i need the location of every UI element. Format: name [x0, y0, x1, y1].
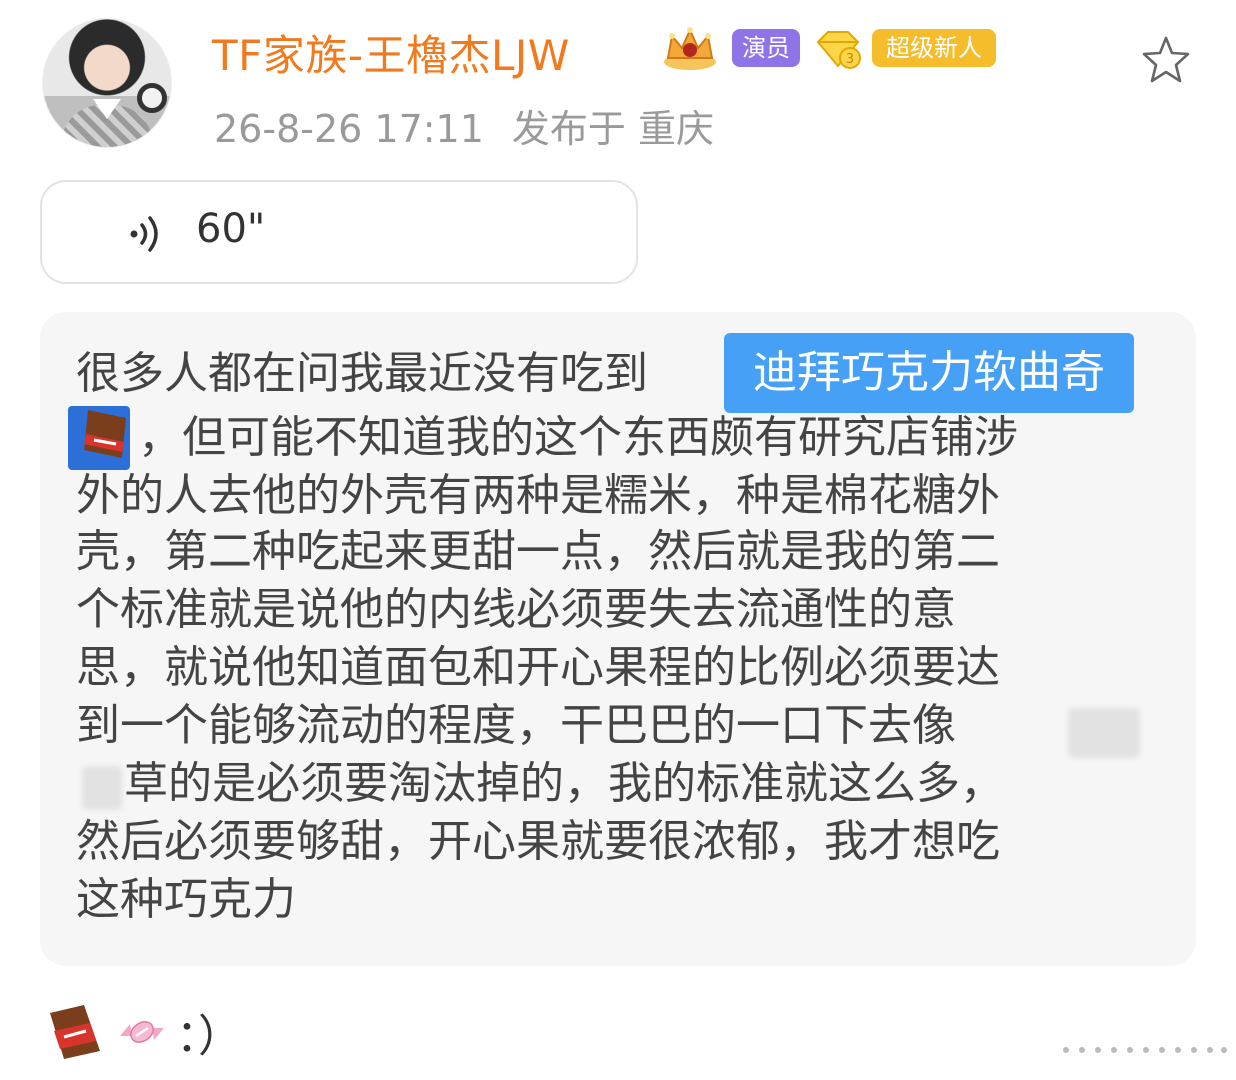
svg-text:3: 3	[846, 52, 854, 67]
crown-badge-icon	[664, 27, 716, 70]
author-avatar[interactable]	[42, 18, 172, 148]
transcript-line: 到一个能够流动的程度，干巴巴的一口下去像	[76, 700, 956, 751]
highlighted-keyword-link[interactable]: 迪拜巧克力软曲奇	[724, 333, 1134, 413]
chocolate-emoji-icon	[50, 1005, 100, 1059]
super-newcomer-tag: 超级新人	[872, 29, 996, 67]
censor-blur	[82, 766, 122, 810]
voice-duration: 60"	[196, 206, 266, 252]
candy-emoji-icon	[120, 1021, 164, 1043]
truncated-dots	[1063, 1047, 1227, 1053]
transcript-line: 这种巧克力	[76, 874, 296, 925]
post-meta: 26-8-26 17:11 发布于 重庆	[214, 98, 714, 153]
voice-message-button[interactable]: 60"	[40, 180, 638, 284]
censor-blur	[1068, 708, 1140, 758]
avatar-headset	[137, 83, 167, 113]
transcript-line: 很多人都在问我最近没有吃到	[76, 348, 648, 399]
transcript-line: 草的是必须要淘汰掉的，我的标准就这么多，	[124, 758, 1004, 809]
transcript-line: 个标准就是说他的内线必须要失去流通性的意	[76, 584, 956, 635]
author-name[interactable]: TF家族-王櫓杰LJW	[212, 22, 570, 83]
voice-wave-icon	[130, 216, 158, 252]
transcript-line: 外的人去他的外壳有两种是糯米，种是棉花糖外	[76, 470, 1000, 521]
post-location: 发布于 重庆	[511, 107, 714, 151]
favorite-star-icon[interactable]	[1138, 32, 1194, 88]
transcript-line: 壳，第二种吃起来更甜一点，然后就是我的第二	[76, 526, 1000, 577]
post-date: 26-8-26 17:11	[214, 107, 484, 151]
transcript-line: 然后必须要够甜，开心果就要很浓郁，我才想吃	[76, 816, 1000, 867]
chocolate-bar-icon	[68, 406, 130, 470]
actor-tag: 演员	[732, 29, 800, 67]
footer-text: ：）	[176, 1011, 242, 1062]
diamond-level-icon: 3	[816, 31, 861, 69]
transcript-line: 思，就说他知道面包和开心果程的比例必须要达	[76, 642, 1000, 693]
footer-emoji-line: ：）	[44, 1000, 242, 1064]
transcript-line: ，但可能不知道我的这个东西颇有研究店铺涉	[138, 412, 1018, 463]
